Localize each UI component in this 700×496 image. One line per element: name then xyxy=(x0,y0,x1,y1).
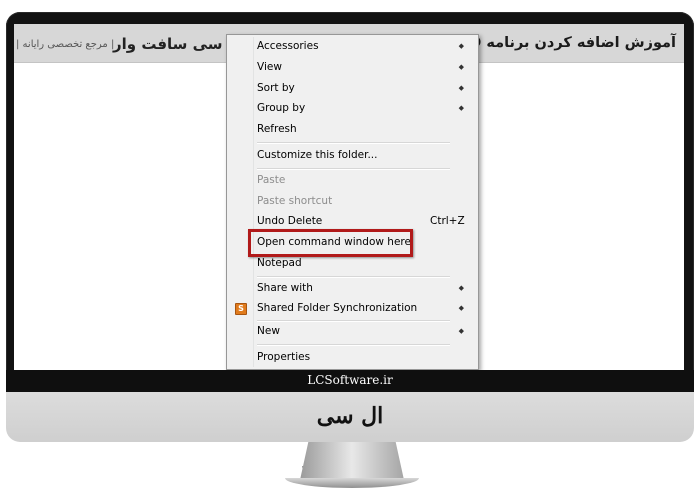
monitor-stand xyxy=(300,442,404,480)
menu-separator xyxy=(257,142,450,144)
menu-separator xyxy=(257,344,450,346)
submenu-arrow-icon: ◆ xyxy=(458,304,464,312)
menu-item-share-with[interactable]: Share with ◆ xyxy=(229,278,474,298)
context-menu: Accessories ◆ View ◆ Sort by ◆ Group by … xyxy=(226,34,479,370)
menu-item-sort-by[interactable]: Sort by ◆ xyxy=(229,78,474,98)
submenu-arrow-icon: ◆ xyxy=(458,327,464,335)
menu-item-paste-shortcut: Paste shortcut xyxy=(257,195,333,207)
menu-item-accessories[interactable]: Accessories ◆ xyxy=(229,36,474,56)
menu-item-undo-delete[interactable]: Undo Delete Ctrl+Z xyxy=(229,211,474,231)
submenu-arrow-icon: ◆ xyxy=(458,104,464,112)
menu-item-group-by[interactable]: Group by ◆ xyxy=(229,98,474,118)
submenu-arrow-icon: ◆ xyxy=(458,42,464,50)
monitor-base xyxy=(285,478,419,488)
brand-url: LCSoftware.ir xyxy=(307,373,393,387)
sync-folder-icon: S xyxy=(235,303,247,315)
submenu-arrow-icon: ◆ xyxy=(458,284,464,292)
menu-item-view[interactable]: View ◆ xyxy=(229,57,474,77)
shortcut-label: Ctrl+Z xyxy=(430,215,465,227)
site-tagline: | مرجع تخصصی رایانه | xyxy=(16,39,115,50)
submenu-arrow-icon: ◆ xyxy=(458,84,464,92)
menu-item-customize-folder[interactable]: Customize this folder... xyxy=(229,145,474,165)
highlight-box xyxy=(248,229,413,257)
submenu-arrow-icon: ◆ xyxy=(458,63,464,71)
brand-logo: ال سی سافت وار xyxy=(304,403,396,469)
menu-item-properties[interactable]: Properties xyxy=(229,347,474,367)
menu-item-paste: Paste xyxy=(257,174,286,186)
menu-item-new[interactable]: New ◆ xyxy=(229,321,474,341)
menu-item-shared-folder-sync[interactable]: S Shared Folder Synchronization ◆ xyxy=(229,298,474,318)
menu-item-refresh[interactable]: Refresh xyxy=(229,119,474,139)
